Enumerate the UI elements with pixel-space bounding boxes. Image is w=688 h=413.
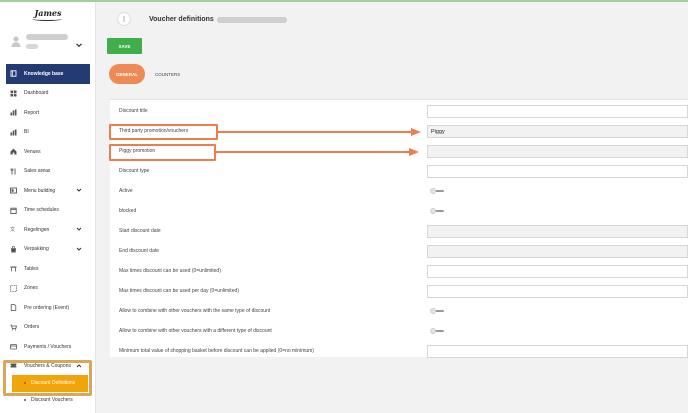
main-content: Voucher definitions SAVE GENERAL COUNTER…	[97, 2, 688, 413]
sidebar-item-label: Tables	[24, 265, 39, 272]
sidebar-item-sales-areas[interactable]: Sales areas	[6, 162, 90, 182]
sidebar-item-knowledge-base[interactable]: Knowledge base	[6, 64, 90, 84]
arrowhead-third-party	[411, 128, 421, 136]
sidebar-item-label: Orders	[24, 324, 40, 331]
sidebar-item-label: Regelingen	[24, 226, 50, 233]
sidebar-item-tables[interactable]: Tables	[6, 259, 90, 279]
chevron-down-icon[interactable]	[76, 226, 82, 232]
sidebar-item-label: Sales areas	[24, 168, 51, 175]
sidebar-item-regelingen[interactable]: 文 Regelingen	[6, 220, 90, 240]
home-icon	[10, 148, 17, 155]
svg-text:文: 文	[10, 226, 15, 233]
menu-icon	[10, 187, 17, 194]
sidebar-subitem-discount-definitions[interactable]: Discount Definitions	[12, 374, 88, 392]
sidebar-item-label: Knowledge base	[24, 70, 64, 77]
sidebar-item-label: BI	[24, 129, 29, 136]
chevron-up-icon[interactable]	[76, 363, 82, 369]
sidebar-item-report[interactable]: Report	[6, 103, 90, 123]
sidebar-item-label: Venues	[24, 148, 41, 155]
bar-chart-icon	[10, 129, 17, 136]
sidebar-item-verpakking[interactable]: Verpakking	[6, 240, 90, 260]
sidebar-item-payments-vouchers[interactable]: Payments / Vouchers	[6, 337, 90, 357]
sidebar-item-label: Verpakking	[24, 246, 49, 253]
sidebar-subitem-discount-vouchers[interactable]: Discount Vouchers	[6, 392, 90, 409]
bullet-icon	[24, 399, 26, 401]
sidebar-item-menu-building[interactable]: Menu building	[6, 181, 90, 201]
bullet-icon	[24, 382, 26, 384]
sidebar-item-vouchers-coupons[interactable]: Vouchers & Coupons	[6, 357, 90, 375]
bag-icon	[10, 245, 17, 253]
sidebar-item-dashboard[interactable]: Dashboard	[6, 84, 90, 104]
ticket-icon	[10, 362, 17, 369]
sidebar: James Knowledge base Dashboard Report BI…	[0, 2, 96, 413]
sidebar-item-orders[interactable]: Orders	[6, 318, 90, 338]
sidebar-item-label: Time schedules	[24, 207, 59, 214]
wallet-icon	[10, 343, 17, 350]
annotation-arrows	[216, 128, 421, 156]
sidebar-nav: Knowledge base Dashboard Report BI Venue…	[6, 64, 90, 409]
chevron-down-icon[interactable]	[76, 187, 82, 193]
sidebar-item-time-schedules[interactable]: Time schedules	[6, 201, 90, 221]
document-icon	[10, 304, 17, 312]
sidebar-item-label: Report	[24, 109, 40, 116]
avatar[interactable]	[10, 34, 22, 47]
cutlery-icon	[10, 168, 17, 175]
table-icon	[10, 265, 17, 272]
sidebar-item-label: Dashboard	[24, 90, 49, 97]
sidebar-item-bi[interactable]: BI	[6, 123, 90, 143]
sidebar-item-venues[interactable]: Venues	[6, 142, 90, 162]
bar-chart-icon	[10, 109, 17, 116]
calendar-icon	[10, 207, 17, 214]
sidebar-item-zones[interactable]: Zones	[6, 279, 90, 299]
sidebar-item-label: Payments / Vouchers	[24, 343, 72, 350]
logo-swoosh	[32, 17, 62, 21]
sidebar-item-label: Vouchers & Coupons	[24, 362, 71, 369]
dashboard-icon	[10, 90, 17, 97]
cart-icon	[10, 324, 17, 331]
sidebar-item-pre-ordering[interactable]: Pre ordering (Event)	[6, 298, 90, 318]
zones-icon	[10, 284, 17, 292]
sidebar-item-label: Pre ordering (Event)	[24, 304, 70, 311]
translate-icon: 文	[10, 226, 17, 233]
book-icon	[10, 70, 17, 77]
sidebar-item-label: Zones	[24, 285, 38, 292]
arrowhead-piggy-promotion	[409, 148, 419, 156]
user-role-redacted	[26, 44, 38, 49]
chevron-down-icon[interactable]	[76, 246, 82, 252]
user-name-redacted	[26, 34, 68, 40]
sidebar-subitem-label: Discount Vouchers	[31, 397, 73, 403]
sidebar-item-label: Menu building	[24, 187, 56, 194]
sidebar-subitem-label: Discount Definitions	[31, 380, 76, 386]
user-menu-chevron-icon[interactable]	[75, 36, 83, 48]
